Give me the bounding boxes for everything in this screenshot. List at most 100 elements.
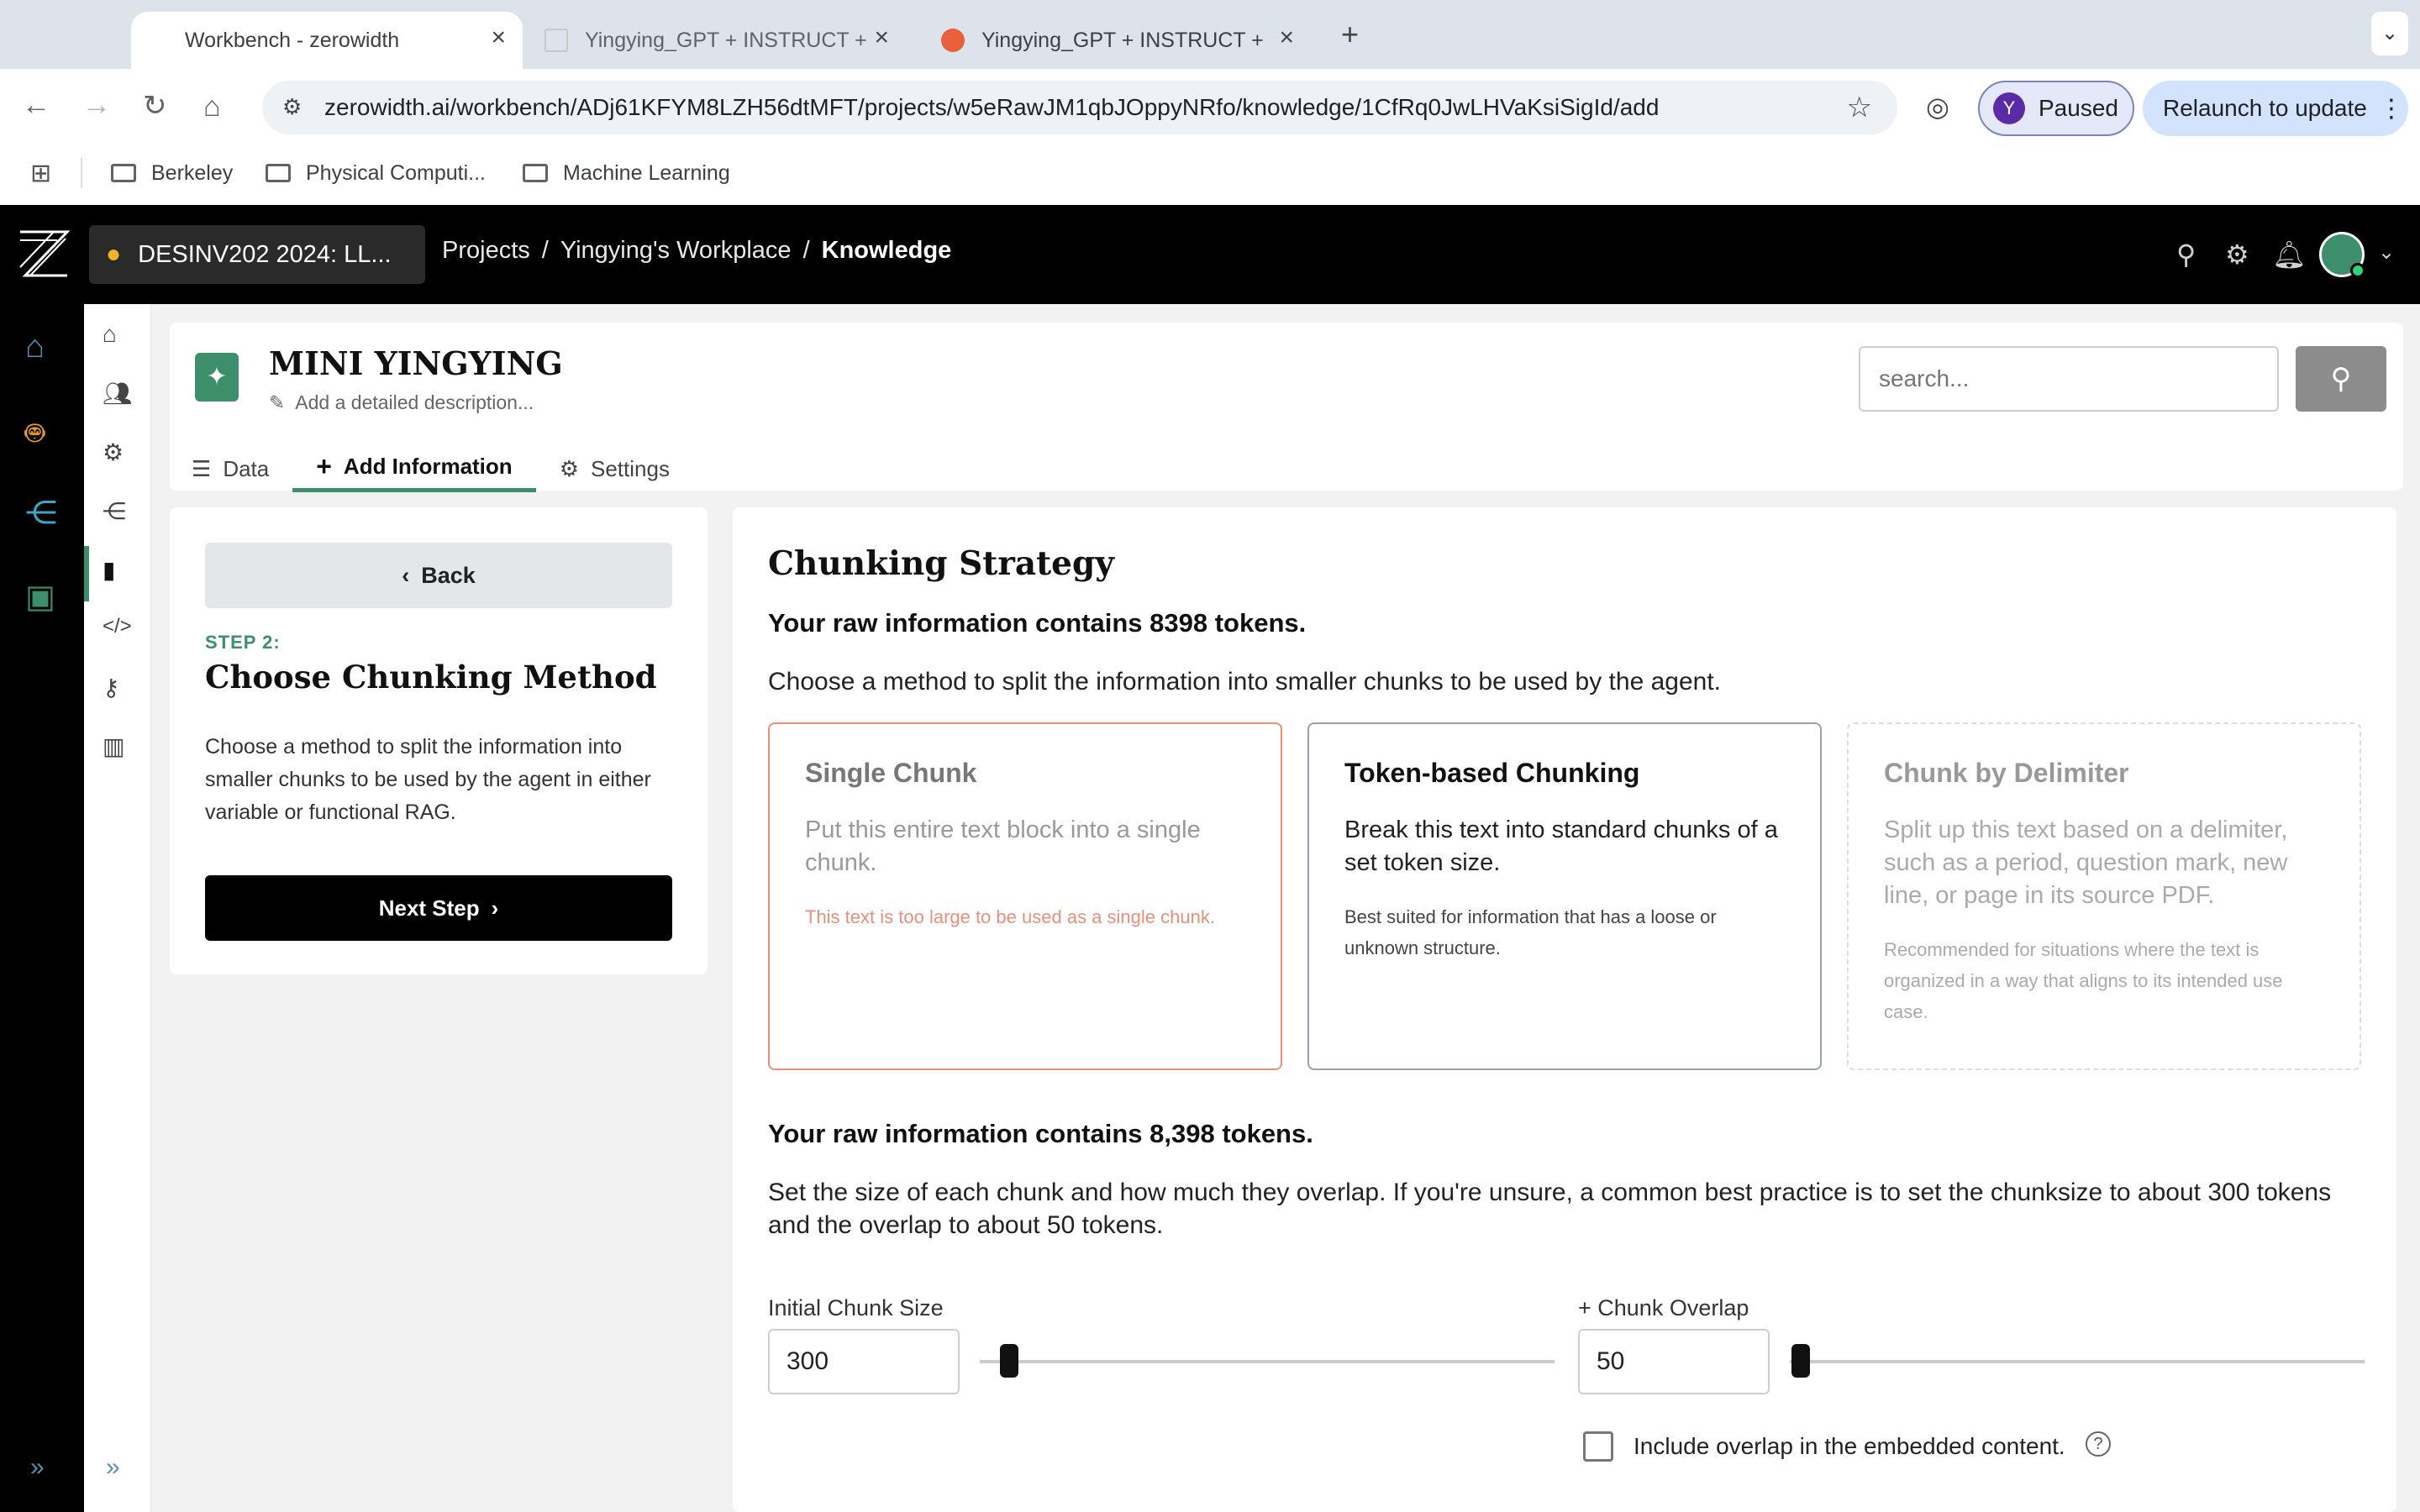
online-status-dot bbox=[2350, 263, 2365, 278]
back-arrow-icon[interactable]: ← bbox=[22, 89, 50, 122]
size-instructions: Set the size of each chunk and how much … bbox=[768, 1179, 2332, 1239]
extension-icon[interactable]: ◎ bbox=[1926, 91, 1949, 123]
step-description: Choose a method to split the information… bbox=[205, 735, 651, 824]
more-menu-icon[interactable]: ⋮ bbox=[2379, 94, 2404, 123]
knowledge-book-icon: ✦ bbox=[195, 353, 239, 402]
chunk-size-input[interactable] bbox=[768, 1329, 960, 1394]
search-icon[interactable]: ⚲ bbox=[2176, 239, 2196, 270]
key-icon[interactable]: ⚷ bbox=[103, 674, 120, 701]
chunk-size-slider-thumb[interactable] bbox=[1000, 1344, 1018, 1378]
zerowidth-logo-icon[interactable] bbox=[17, 227, 71, 281]
tab-settings[interactable]: ⚙ Settings bbox=[536, 445, 693, 492]
overlap-slider-thumb[interactable] bbox=[1791, 1344, 1810, 1378]
chevron-right-icon: › bbox=[491, 895, 499, 921]
knowledge-description[interactable]: ✎ Add a detailed description... bbox=[269, 391, 534, 414]
option-single-chunk[interactable]: Single Chunk Put this entire text block … bbox=[768, 722, 1282, 1070]
gear-icon[interactable]: ⚙ bbox=[2225, 239, 2249, 270]
browser-tab[interactable]: Yingying_GPT + INSTRUCT + × bbox=[544, 12, 906, 69]
tab-close-icon[interactable]: × bbox=[1279, 24, 1294, 52]
home-icon[interactable]: ⌂ bbox=[203, 91, 221, 123]
include-overlap-checkbox[interactable] bbox=[1583, 1431, 1613, 1462]
knowledge-tabs: ☰ Data + Add Information ⚙ Settings bbox=[192, 445, 693, 492]
breadcrumb-separator: / bbox=[541, 237, 549, 264]
option-title: Chunk by Delimiter bbox=[1884, 758, 2129, 788]
database-icon: ☰ bbox=[192, 455, 212, 481]
secondary-rail bbox=[84, 304, 151, 1512]
reload-icon[interactable]: ↻ bbox=[143, 89, 167, 123]
breadcrumb: Projects / Yingying's Workplace / Knowle… bbox=[442, 237, 951, 265]
overlap-slider-track[interactable] bbox=[1790, 1360, 2365, 1363]
workflow-icon[interactable]: ⋲ bbox=[103, 497, 126, 525]
knowledge-title[interactable]: MINI YINGYING bbox=[269, 344, 563, 382]
forward-arrow-icon[interactable]: → bbox=[82, 89, 111, 122]
browser-tab[interactable]: Yingying_GPT + INSTRUCT + × bbox=[941, 12, 1311, 69]
profile-avatar: Y bbox=[1993, 92, 2025, 124]
tab-data[interactable]: ☰ Data bbox=[192, 445, 292, 492]
option-token-based[interactable]: Token-based Chunking Break this text int… bbox=[1307, 722, 1822, 1070]
user-avatar[interactable] bbox=[2319, 232, 2365, 278]
team-icon[interactable]: 👥︎ bbox=[103, 380, 133, 407]
overlap-label: + Chunk Overlap bbox=[1578, 1295, 1749, 1320]
breadcrumb-workplace[interactable]: Yingying's Workplace bbox=[560, 237, 792, 265]
bookmark-label: Physical Computi... bbox=[306, 160, 486, 185]
tab-add-information[interactable]: + Add Information bbox=[292, 445, 536, 492]
plus-icon: + bbox=[316, 451, 332, 481]
back-button[interactable]: ‹ Back bbox=[205, 543, 672, 608]
expand-rail-icon[interactable]: » bbox=[30, 1453, 45, 1482]
code-icon[interactable]: </> bbox=[103, 615, 132, 638]
search-input[interactable] bbox=[1859, 346, 2279, 412]
include-overlap-label: Include overlap in the embedded content. bbox=[1634, 1433, 2065, 1459]
knowledge-book-icon[interactable]: ▮ bbox=[103, 556, 115, 584]
workflow-icon[interactable]: ⋲ bbox=[25, 494, 57, 532]
home-outline-icon[interactable]: ⌂ bbox=[25, 329, 45, 365]
relaunch-label: Relaunch to update bbox=[2163, 95, 2367, 121]
tab-favicon-icon bbox=[941, 29, 965, 52]
profile-status: Paused bbox=[2039, 95, 2118, 121]
profile-button[interactable]: Y Paused bbox=[1978, 81, 2134, 136]
primary-rail bbox=[0, 304, 84, 1512]
option-note: This text is too large to be used as a s… bbox=[805, 906, 1215, 927]
expand-rail-icon[interactable]: » bbox=[106, 1453, 120, 1482]
tab-search-chevron-icon[interactable]: ⌄ bbox=[2371, 12, 2408, 55]
robot-icon[interactable]: 🤖︎ bbox=[25, 412, 45, 457]
strategy-instructions: Choose a method to split the information… bbox=[768, 668, 1721, 696]
analytics-chart-icon[interactable]: ▥ bbox=[103, 732, 124, 760]
overlap-input[interactable] bbox=[1578, 1329, 1770, 1394]
option-note: Recommended for situations where the tex… bbox=[1884, 939, 2283, 1022]
bookmark-folder[interactable]: Physical Computi... bbox=[266, 156, 486, 190]
option-description: Break this text into standard chunks of … bbox=[1344, 816, 1778, 876]
bookmark-divider bbox=[81, 158, 82, 188]
settings-gear-icon[interactable]: ⚙ bbox=[103, 438, 124, 466]
chunk-size-slider-track[interactable] bbox=[980, 1360, 1555, 1363]
folder-icon bbox=[266, 164, 291, 182]
folder-icon bbox=[523, 164, 548, 182]
tab-label: Settings bbox=[591, 455, 670, 481]
apps-grid-icon[interactable]: ⊞ bbox=[30, 156, 51, 190]
chevron-down-icon[interactable]: ⌄ bbox=[2378, 240, 2395, 265]
option-delimiter[interactable]: Chunk by Delimiter Split up this text ba… bbox=[1847, 722, 2361, 1070]
bell-icon[interactable]: 🔔︎ bbox=[2272, 239, 2307, 270]
token-summary-2: Your raw information contains 8,398 toke… bbox=[768, 1119, 1313, 1148]
home-icon[interactable]: ⌂ bbox=[103, 321, 117, 348]
bookmark-star-icon[interactable]: ☆ bbox=[1847, 91, 1872, 124]
next-step-button[interactable]: Next Step › bbox=[205, 875, 672, 941]
help-question-icon[interactable]: ? bbox=[2086, 1431, 2111, 1457]
step-label: STEP 2: bbox=[205, 632, 281, 653]
option-title: Single Chunk bbox=[805, 758, 977, 788]
search-button[interactable]: ⚲ bbox=[2296, 346, 2386, 412]
bookmark-folder[interactable]: Machine Learning bbox=[523, 156, 730, 190]
org-selector[interactable]: ● DESINV202 2024: LL... bbox=[89, 225, 425, 284]
knowledge-book-icon[interactable]: ▣ bbox=[25, 578, 55, 616]
site-settings-icon[interactable]: ⚙ bbox=[282, 94, 302, 120]
new-tab-icon[interactable]: + bbox=[1341, 17, 1359, 52]
bookmark-folder[interactable]: Berkeley bbox=[111, 156, 233, 190]
chevron-left-icon: ‹ bbox=[402, 562, 410, 588]
relaunch-button[interactable]: Relaunch to update ⋮ bbox=[2143, 81, 2408, 136]
gear-icon: ⚙ bbox=[559, 455, 579, 481]
step-title: Choose Chunking Method bbox=[205, 659, 657, 696]
breadcrumb-projects[interactable]: Projects bbox=[442, 237, 530, 265]
tab-close-icon[interactable]: × bbox=[491, 24, 506, 52]
browser-tab-active[interactable]: Workbench - zerowidth × bbox=[131, 12, 523, 69]
address-bar[interactable]: ⚙ zerowidth.ai/workbench/ADj61KFYM8LZH56… bbox=[262, 81, 1897, 134]
tab-close-icon[interactable]: × bbox=[874, 24, 889, 52]
